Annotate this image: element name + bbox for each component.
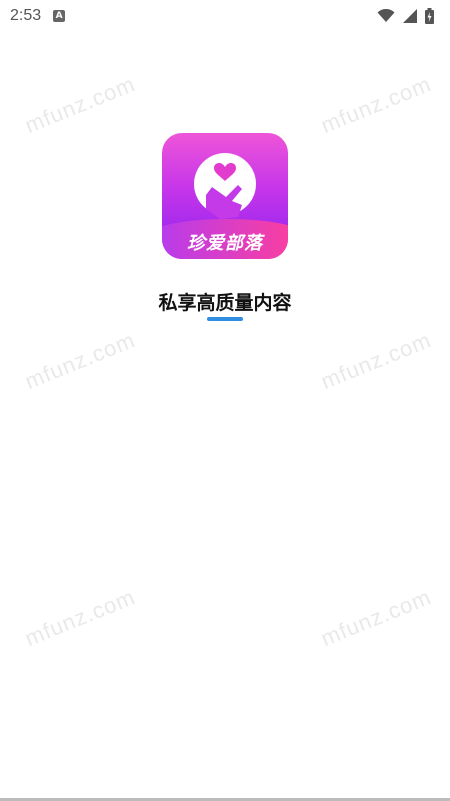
status-right xyxy=(377,8,440,24)
watermark: mfunz.com xyxy=(21,584,139,651)
watermark: mfunz.com xyxy=(317,71,435,138)
watermark: mfunz.com xyxy=(21,71,139,138)
accessibility-a-icon: A xyxy=(53,10,66,22)
status-time: 2:53 xyxy=(10,7,42,24)
logo-text: 珍爱部落 xyxy=(187,233,263,254)
cell-signal-icon xyxy=(403,9,417,23)
loading-indicator xyxy=(207,317,243,321)
watermark: mfunz.com xyxy=(317,327,435,394)
watermark: mfunz.com xyxy=(21,327,139,394)
watermark: mfunz.com xyxy=(317,584,435,651)
status-left: 2:53 A xyxy=(10,7,66,25)
tagline: 私享高质量内容 xyxy=(158,292,292,314)
wifi-icon xyxy=(377,9,395,23)
status-bar: 2:53 A xyxy=(0,0,450,32)
battery-icon xyxy=(425,8,434,24)
app-logo: 珍爱部落 xyxy=(162,133,288,259)
